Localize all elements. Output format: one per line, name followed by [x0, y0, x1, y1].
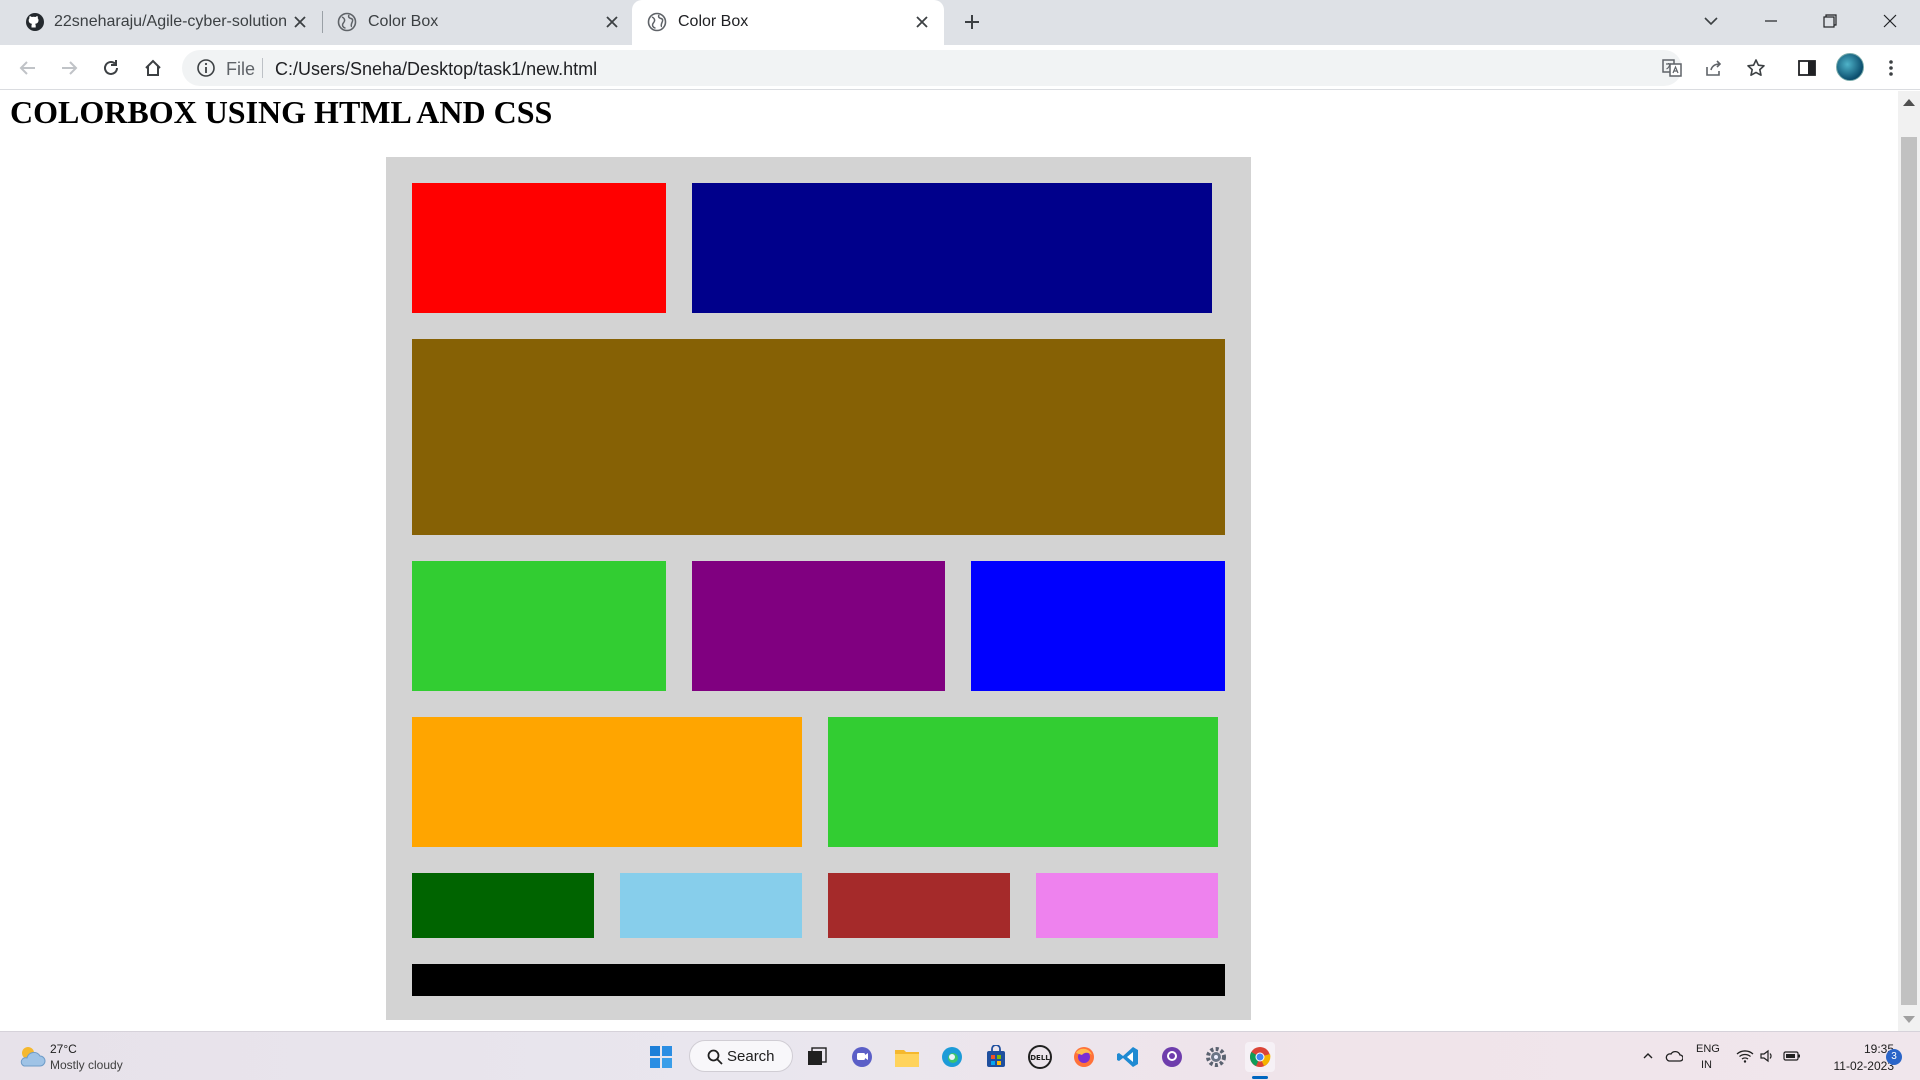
color-box-container — [386, 157, 1251, 1020]
tab-title: Color Box — [368, 13, 439, 30]
sky-blue-box — [620, 873, 802, 938]
translate-icon[interactable] — [1661, 57, 1683, 79]
page-title: COLORBOX USING HTML AND CSS — [10, 94, 553, 130]
red-box — [412, 183, 666, 313]
orange-box — [412, 717, 802, 847]
github-desktop-icon[interactable] — [1157, 1042, 1187, 1072]
violet-box — [1036, 873, 1218, 938]
windows-start-icon[interactable] — [646, 1042, 676, 1072]
black-bar — [412, 964, 1225, 996]
microsoft-store-icon[interactable] — [981, 1042, 1011, 1072]
purple-box — [692, 561, 945, 691]
settings-gear-icon[interactable] — [1201, 1042, 1231, 1072]
dark-green-box — [412, 873, 594, 938]
tab-strip: 22sneharaju/Agile-cyber-solution Color B… — [0, 0, 1920, 45]
clock-date[interactable]: 11-02-2023 — [1814, 1059, 1895, 1073]
weather-temperature[interactable]: 27°C — [50, 1042, 77, 1056]
weather-description[interactable]: Mostly cloudy — [50, 1058, 123, 1072]
page-viewport: COLORBOX USING HTML AND CSS — [0, 91, 1898, 1031]
close-icon[interactable] — [290, 12, 310, 32]
minimize-button[interactable] — [1756, 6, 1786, 36]
chevron-up-icon[interactable] — [1640, 1048, 1656, 1064]
taskbar-search[interactable]: Search — [689, 1040, 793, 1072]
volume-icon[interactable] — [1758, 1047, 1776, 1065]
info-icon[interactable] — [196, 58, 216, 78]
notification-badge[interactable]: 3 — [1886, 1049, 1902, 1065]
blue-box — [971, 561, 1225, 691]
forward-button[interactable] — [56, 55, 82, 81]
scrollbar-thumb[interactable] — [1901, 137, 1917, 1005]
bookmark-star-icon[interactable] — [1745, 57, 1767, 79]
new-tab-button[interactable] — [960, 10, 984, 34]
scroll-up-arrow-icon[interactable] — [1903, 99, 1915, 106]
wifi-icon[interactable] — [1736, 1047, 1754, 1065]
lime-green-box-2 — [828, 717, 1218, 847]
tab-title: 22sneharaju/Agile-cyber-solution — [54, 13, 288, 30]
tab-github[interactable]: 22sneharaju/Agile-cyber-solution — [8, 0, 320, 43]
globe-icon — [337, 12, 357, 32]
menu-kebab-icon[interactable] — [1880, 57, 1902, 79]
close-icon[interactable] — [602, 12, 622, 32]
onedrive-cloud-icon[interactable] — [1664, 1047, 1684, 1065]
clock-time[interactable]: 19:35 — [1814, 1042, 1894, 1056]
close-window-button[interactable] — [1875, 6, 1905, 36]
share-icon[interactable] — [1703, 57, 1725, 79]
teams-chat-icon[interactable] — [847, 1042, 877, 1072]
search-label: Search — [727, 1048, 775, 1065]
search-icon — [706, 1048, 724, 1066]
reload-button[interactable] — [98, 55, 124, 81]
address-bar[interactable]: File C:/Users/Sneha/Desktop/task1/new.ht… — [182, 50, 1682, 86]
scroll-down-arrow-icon[interactable] — [1903, 1016, 1915, 1023]
tab-search-chevron-down-icon[interactable] — [1696, 6, 1726, 36]
windows-taskbar: 27°C Mostly cloudy Search DELL ENG IN 19… — [0, 1031, 1920, 1080]
navy-box — [692, 183, 1212, 313]
restore-button[interactable] — [1815, 6, 1845, 36]
tab-color-box-2[interactable]: Color Box — [632, 0, 944, 45]
browser-toolbar: File C:/Users/Sneha/Desktop/task1/new.ht… — [0, 45, 1920, 90]
file-explorer-icon[interactable] — [892, 1042, 922, 1072]
task-view-icon[interactable] — [802, 1042, 832, 1072]
brown-box — [828, 873, 1010, 938]
svg-text:DELL: DELL — [1030, 1054, 1050, 1062]
chrome-icon[interactable] — [1245, 1042, 1275, 1072]
side-panel-icon[interactable] — [1796, 57, 1818, 79]
profile-avatar[interactable] — [1836, 53, 1864, 81]
olive-brown-box — [412, 339, 1225, 535]
home-button[interactable] — [140, 55, 166, 81]
url-text[interactable]: C:/Users/Sneha/Desktop/task1/new.html — [275, 59, 597, 79]
back-button[interactable] — [15, 55, 41, 81]
firefox-icon[interactable] — [1069, 1042, 1099, 1072]
close-icon[interactable] — [912, 12, 932, 32]
address-separator — [262, 58, 263, 78]
weather-cloud-icon[interactable] — [16, 1042, 46, 1070]
dell-icon[interactable]: DELL — [1025, 1042, 1055, 1072]
language-eng[interactable]: ENG — [1696, 1043, 1720, 1055]
vscode-icon[interactable] — [1113, 1042, 1143, 1072]
language-region[interactable]: IN — [1701, 1059, 1712, 1071]
tab-title: Color Box — [678, 13, 749, 30]
globe-icon — [647, 12, 667, 32]
scheme-label: File — [226, 59, 256, 79]
lime-green-box — [412, 561, 666, 691]
github-icon — [25, 12, 45, 32]
battery-icon[interactable] — [1782, 1047, 1802, 1065]
chrome-active-indicator — [1252, 1076, 1268, 1079]
vertical-scrollbar[interactable] — [1898, 91, 1920, 1031]
edge-browser-icon[interactable] — [937, 1042, 967, 1072]
tab-color-box-1[interactable]: Color Box — [322, 0, 632, 43]
